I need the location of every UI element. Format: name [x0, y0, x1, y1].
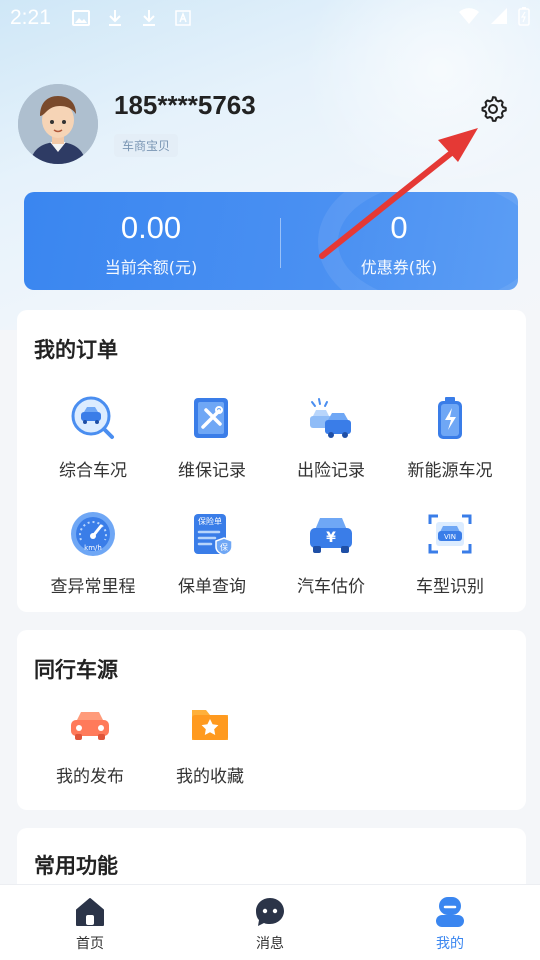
message-icon	[253, 895, 287, 929]
common-functions-title: 常用功能	[34, 854, 118, 878]
order-item-label: 车型识别	[416, 577, 484, 597]
car-icon	[66, 700, 114, 748]
balance-label: 当前余额(元)	[104, 258, 198, 277]
order-item-vehicle-condition[interactable]: 综合车况	[34, 394, 152, 481]
orders-section: 我的订单 综合车况 维保记录 出险记录 新能源车况 km/h 查异常里程 保险单…	[17, 310, 526, 612]
order-item-label: 新能源车况	[407, 461, 493, 481]
balance-card: 0.00 当前余额(元) 0 优惠券(张)	[24, 192, 518, 290]
tab-label: 消息	[256, 936, 284, 952]
vin-text: VIN	[444, 533, 456, 541]
tab-home[interactable]: 首页	[30, 895, 150, 953]
download-icon	[139, 8, 159, 28]
signal-icon	[490, 6, 508, 30]
balance-value: 0.00	[120, 210, 182, 245]
tab-messages[interactable]: 消息	[210, 895, 330, 953]
policy-icon-text: 保险单	[198, 516, 222, 526]
status-bar: 2:21	[0, 0, 540, 36]
avatar[interactable]	[18, 84, 98, 164]
car-price-icon: ¥	[307, 510, 355, 558]
order-item-label: 汽车估价	[297, 577, 365, 597]
speedometer-unit: km/h	[84, 544, 102, 552]
orders-title: 我的订单	[34, 338, 118, 362]
peer-sources-title: 同行车源	[34, 658, 118, 682]
balance-item[interactable]: 0.00 当前余额(元)	[26, 210, 276, 278]
repair-tools-icon	[188, 394, 236, 442]
order-item-model-recognition[interactable]: VIN 车型识别	[391, 510, 509, 597]
order-item-label: 出险记录	[297, 461, 365, 481]
user-phone: 185****5763	[114, 90, 256, 120]
car-accident-icon	[307, 394, 355, 442]
order-item-valuation[interactable]: ¥ 汽车估价	[272, 510, 390, 597]
tab-label: 首页	[76, 936, 104, 952]
order-item-policy[interactable]: 保险单 保 保单查询	[153, 510, 271, 597]
order-item-mileage[interactable]: km/h 查异常里程	[34, 510, 152, 597]
order-item-new-energy[interactable]: 新能源车况	[391, 394, 509, 481]
wifi-icon	[458, 6, 480, 30]
coupon-item[interactable]: 0 优惠券(张)	[274, 210, 518, 278]
order-item-label: 查异常里程	[50, 577, 136, 597]
order-item-label: 维保记录	[178, 461, 246, 481]
battery-icon	[426, 394, 474, 442]
policy-icon: 保险单 保	[188, 510, 236, 558]
vin-scan-icon: VIN	[426, 510, 474, 558]
profile-icon	[433, 895, 467, 929]
price-symbol: ¥	[326, 530, 336, 546]
folder-star-icon	[186, 700, 234, 748]
order-item-label: 保单查询	[178, 577, 246, 597]
home-icon	[73, 895, 107, 929]
peer-sources-section: 同行车源 我的发布 我的收藏	[17, 630, 526, 810]
status-time: 2:21	[10, 6, 51, 29]
speedometer-icon: km/h	[69, 510, 117, 558]
tab-label: 我的	[436, 936, 464, 952]
car-search-icon	[69, 394, 117, 442]
tab-mine[interactable]: 我的	[390, 895, 510, 953]
font-icon	[173, 8, 193, 28]
order-item-label: 综合车况	[59, 461, 127, 481]
peer-item-my-posts[interactable]: 我的发布	[31, 700, 149, 787]
policy-badge-text: 保	[220, 542, 228, 552]
download-icon	[105, 8, 125, 28]
coupon-label: 优惠券(张)	[360, 258, 438, 277]
user-tag-badge: 车商宝贝	[114, 134, 179, 157]
order-item-accident[interactable]: 出险记录	[272, 394, 390, 481]
coupon-value: 0	[390, 210, 408, 245]
peer-item-favorites[interactable]: 我的收藏	[151, 700, 269, 787]
peer-item-label: 我的发布	[56, 767, 124, 787]
profile-header: 185****5763 车商宝贝	[18, 84, 528, 174]
bottom-tab-bar: 首页 消息 我的	[0, 884, 540, 960]
image-icon	[71, 8, 91, 28]
peer-item-label: 我的收藏	[176, 767, 244, 787]
order-item-maintenance[interactable]: 维保记录	[153, 394, 271, 481]
battery-status-icon	[518, 6, 530, 31]
settings-gear-icon[interactable]	[478, 94, 508, 124]
